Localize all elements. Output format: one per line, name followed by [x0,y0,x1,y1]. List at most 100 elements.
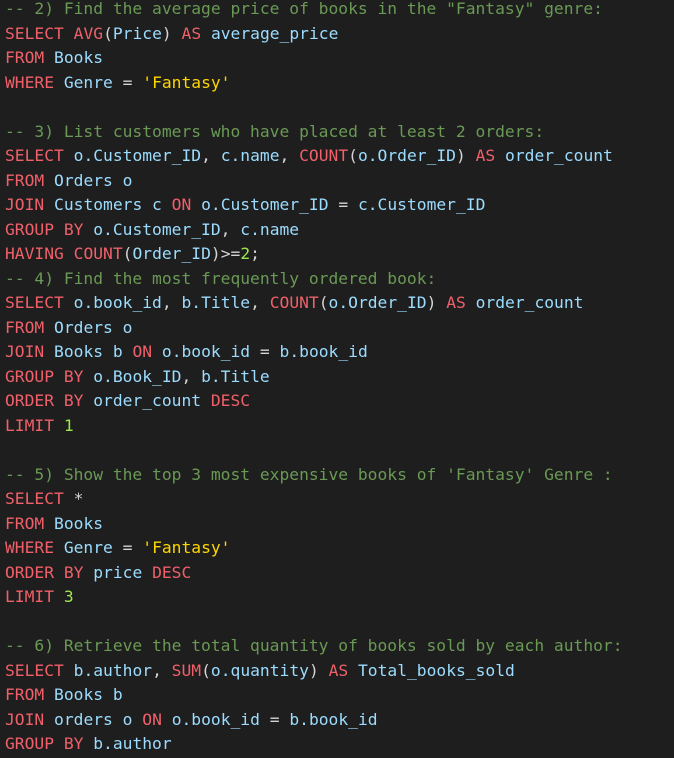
sql-keyword: ORDER BY [5,562,84,582]
code-line[interactable]: -- 5) Show the top 3 most expensive book… [5,463,674,488]
operator: = [259,709,290,729]
sql-identifier: Genre [63,72,113,92]
code-line[interactable]: FROM Books [5,512,674,537]
code-line[interactable]: -- 3) List customers who have placed at … [5,120,674,145]
punctuation: ) [308,660,319,680]
sql-keyword: AS [328,660,349,680]
sql-keyword: SELECT [5,23,64,43]
punctuation: , [181,366,202,386]
sql-function: COUNT [269,293,319,312]
sql-code-editor[interactable]: -- 2) Find the average price of books in… [5,0,674,757]
sql-identifier: o.Customer_ID [201,195,329,214]
punctuation: ) [455,146,466,165]
code-line[interactable]: FROM Books b [5,683,674,708]
sql-identifier: o.Order_ID [357,146,456,165]
code-line[interactable]: LIMIT 1 [5,414,674,439]
number-literal: 2 [240,244,251,263]
sql-keyword: ORDER BY [5,391,84,410]
code-line[interactable]: -- 2) Find the average price of books in… [5,0,674,22]
sql-identifier: orders o [54,709,133,729]
code-line[interactable]: HAVING COUNT(Order_ID)>=2; [5,242,674,267]
code-line[interactable]: WHERE Genre = 'Fantasy' [5,71,674,96]
sql-keyword: FROM [5,513,45,533]
sql-keyword: JOIN [5,342,45,361]
sql-keyword: LIMIT [5,415,55,435]
blank-code-line[interactable] [5,610,674,635]
punctuation: ( [318,293,329,312]
punctuation: , [279,146,300,165]
sql-identifier: b.book_id [289,709,378,729]
sql-identifier: o.Customer_ID [93,219,221,239]
code-line[interactable]: SELECT AVG(Price) AS average_price [5,22,674,47]
sql-keyword: SELECT [5,293,64,312]
punctuation: , [220,219,241,239]
code-line[interactable]: SELECT * [5,487,674,512]
sql-identifier: Total_books_sold [357,660,515,680]
punctuation: ) [161,23,172,43]
string-literal: 'Fantasy' [142,538,231,557]
punctuation: ; [250,244,260,263]
sql-keyword: DESC [210,391,251,410]
code-line[interactable]: JOIN Customers c ON o.Customer_ID = c.Cu… [5,193,674,218]
sql-keyword: SELECT [5,660,64,680]
code-line[interactable]: ORDER BY price DESC [5,561,674,586]
sql-identifier: Orders o [54,317,133,337]
code-comment: -- 2) Find the average price of books in… [5,0,603,18]
sql-identifier: b.author [93,734,172,753]
code-line[interactable]: ORDER BY order_count DESC [5,389,674,414]
code-line[interactable]: FROM Orders o [5,169,674,194]
sql-keyword: SELECT [5,489,64,508]
sql-keyword: WHERE [5,538,55,557]
sql-identifier: o.book_id [161,342,251,361]
sql-identifier: Books [54,48,104,67]
sql-keyword: JOIN [5,195,45,214]
sql-keyword: JOIN [5,709,45,729]
sql-identifier: Orders o [54,170,133,190]
sql-keyword: ON [132,342,153,361]
sql-identifier: c.name [220,146,280,165]
number-literal: 1 [63,415,74,435]
code-line[interactable]: WHERE Genre = 'Fantasy' [5,536,674,561]
sql-keyword: DESC [152,562,192,582]
code-line[interactable]: -- 4) Find the most frequently ordered b… [5,267,674,292]
code-line[interactable]: JOIN orders o ON o.book_id = b.book_id [5,708,674,733]
code-line[interactable]: SELECT b.author, SUM(o.quantity) AS Tota… [5,659,674,684]
punctuation: ( [103,23,113,43]
blank-code-line[interactable] [5,95,674,120]
code-line[interactable]: GROUP BY o.Customer_ID, c.name [5,218,674,243]
code-line[interactable]: GROUP BY b.author [5,732,674,757]
sql-identifier: o.Book_ID [93,366,182,386]
code-line[interactable]: GROUP BY o.Book_ID, b.Title [5,365,674,390]
operator: = [250,342,280,361]
code-line[interactable]: JOIN Books b ON o.book_id = b.book_id [5,340,674,365]
code-line[interactable]: SELECT o.Customer_ID, c.name, COUNT(o.Or… [5,144,674,169]
code-line[interactable]: FROM Books [5,46,674,71]
sql-keyword: SELECT [5,146,64,165]
operator: )>= [210,244,241,263]
blank-code-line[interactable] [5,438,674,463]
sql-identifier: order_count [93,391,202,410]
code-line[interactable]: -- 6) Retrieve the total quantity of boo… [5,634,674,659]
code-line[interactable]: LIMIT 3 [5,585,674,610]
code-line[interactable]: FROM Orders o [5,316,674,341]
punctuation: , [250,293,270,312]
code-line[interactable]: SELECT o.book_id, b.Title, COUNT(o.Order… [5,291,674,316]
sql-keyword: GROUP BY [5,734,84,753]
operator: = [112,538,143,557]
punctuation: ) [426,293,437,312]
sql-keyword: FROM [5,317,45,337]
sql-function: COUNT [73,244,123,263]
